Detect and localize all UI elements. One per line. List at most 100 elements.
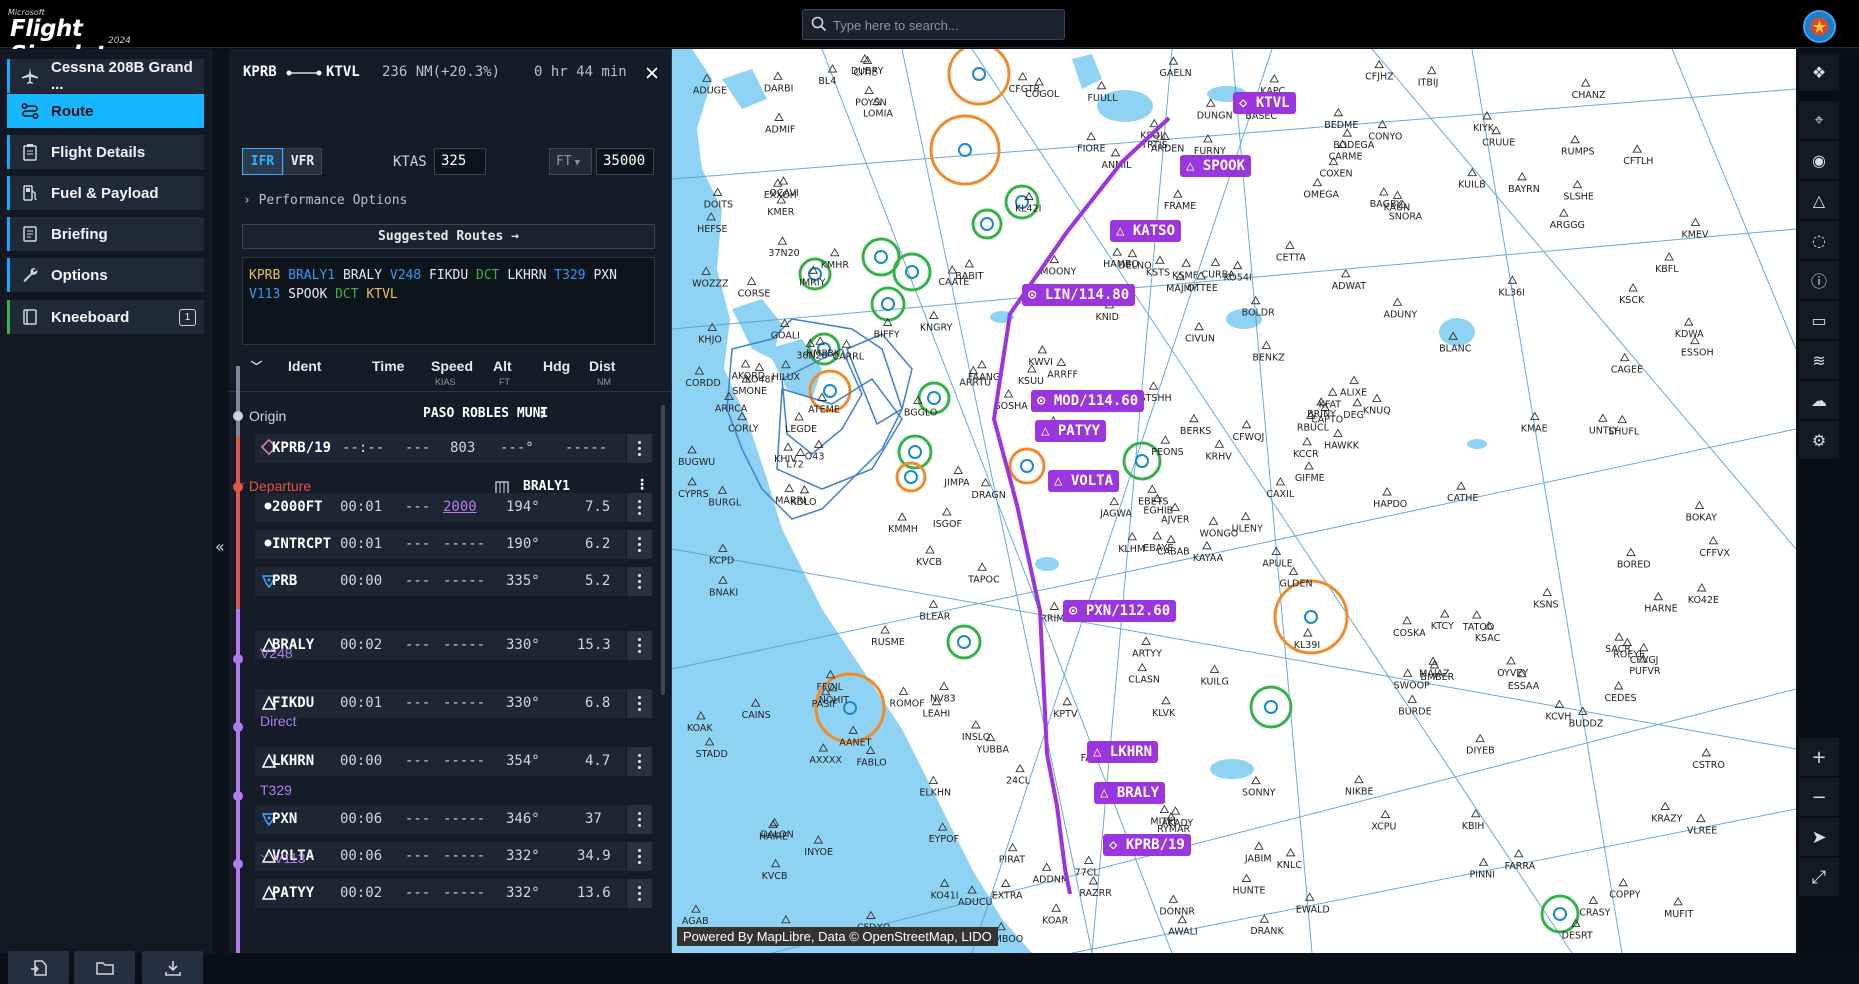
ifr-toggle[interactable]: IFR bbox=[242, 148, 283, 175]
waypoint-menu-icon[interactable] bbox=[626, 842, 652, 871]
airport-icon[interactable] bbox=[823, 384, 837, 398]
airport-icon[interactable] bbox=[957, 635, 971, 649]
waypoint-menu-icon[interactable] bbox=[626, 493, 652, 522]
airport-icon[interactable] bbox=[972, 67, 986, 81]
ktas-input[interactable]: 325 bbox=[434, 148, 486, 175]
weather-button[interactable]: ☁ bbox=[1799, 381, 1839, 419]
altitude-input[interactable]: 35000 bbox=[596, 148, 654, 175]
route-string-box[interactable]: KPRB BRALY1 BRALY V248 FIKDU DCT LKHRN T… bbox=[242, 257, 655, 345]
zoom-in-button[interactable]: + bbox=[1799, 738, 1839, 776]
waypoint-menu-icon[interactable] bbox=[626, 631, 652, 660]
search-input[interactable] bbox=[833, 14, 1058, 36]
route-waypoint-chip[interactable]: △ VOLTA bbox=[1048, 470, 1120, 492]
origin-menu-icon[interactable]: ⋮ bbox=[535, 405, 549, 421]
waypoint-row[interactable]: 2000FT 00:01 --- 2000 194° 7.5 bbox=[255, 493, 652, 522]
altitude-unit-select[interactable]: FT ▼ bbox=[549, 148, 592, 175]
panel-scrollbar[interactable] bbox=[661, 405, 665, 695]
triangle-button[interactable]: △ bbox=[1799, 181, 1839, 219]
airport-icon[interactable] bbox=[1304, 610, 1318, 624]
airway-v113-label[interactable]: ﹀ V113 bbox=[260, 850, 306, 866]
nav-kneeboard[interactable]: Kneeboard 1 bbox=[7, 300, 204, 334]
route-waypoint-chip[interactable]: △ PATYY bbox=[1035, 420, 1107, 442]
avatar[interactable] bbox=[1803, 10, 1836, 43]
waypoint-speed[interactable]: --- bbox=[405, 499, 430, 515]
airport-icon[interactable] bbox=[980, 217, 994, 231]
waypoint-alt[interactable]: ----- bbox=[443, 885, 485, 901]
waypoint-menu-icon[interactable] bbox=[626, 689, 652, 718]
info-button[interactable]: ⓘ bbox=[1799, 261, 1839, 299]
waypoint-menu-icon[interactable] bbox=[626, 567, 652, 596]
waypoint-alt[interactable]: ----- bbox=[443, 573, 485, 589]
waypoint-alt[interactable]: ----- bbox=[443, 637, 485, 653]
waypoint-speed[interactable]: --- bbox=[405, 885, 430, 901]
waypoint-menu-icon[interactable] bbox=[626, 879, 652, 908]
waypoint-row[interactable]: PATYY 00:02 --- ----- 332° 13.6 bbox=[255, 879, 652, 908]
waypoint-row[interactable]: BRALY 00:02 --- ----- 330° 15.3 bbox=[255, 631, 652, 660]
waypoint-speed[interactable]: --- bbox=[405, 637, 430, 653]
departure-section-label[interactable]: ﹀ Departure bbox=[235, 478, 311, 494]
nav-aircraft[interactable]: Cessna 208B Grand ... bbox=[7, 59, 204, 93]
airport-icon[interactable] bbox=[1264, 700, 1278, 714]
waypoint-alt[interactable]: ----- bbox=[443, 695, 485, 711]
new-plan-button[interactable] bbox=[8, 951, 69, 984]
waypoint-row[interactable]: PXN 00:06 --- ----- 346° 37 bbox=[255, 805, 652, 834]
waypoint-alt[interactable]: ----- bbox=[443, 811, 485, 827]
fullscreen-button[interactable]: ⤢ bbox=[1799, 858, 1839, 896]
waypoint-row[interactable]: VOLTA 00:06 --- ----- 332° 34.9 bbox=[255, 842, 652, 871]
search-box[interactable] bbox=[802, 9, 1065, 40]
collapse-all-icon[interactable]: ﹀ bbox=[251, 358, 262, 374]
waypoint-speed[interactable]: --- bbox=[405, 811, 430, 827]
waypoint-row[interactable]: INTRCPT 00:01 --- ----- 190° 6.2 bbox=[255, 530, 652, 559]
map-canvas[interactable]: KAYAAIMRIYEGHIBDALONRBUCLYUBBACONYOCURBA… bbox=[672, 49, 1796, 953]
collapse-panel-button[interactable]: « bbox=[211, 49, 229, 953]
nav-briefing[interactable]: Briefing bbox=[7, 217, 204, 251]
wind-button[interactable]: ≋ bbox=[1799, 341, 1839, 379]
circle-button[interactable]: ◌ bbox=[1799, 221, 1839, 259]
route-waypoint-chip[interactable]: ◇ KPRB/19 bbox=[1103, 834, 1191, 856]
center-button[interactable]: ⌖ bbox=[1799, 101, 1839, 139]
map-attribution[interactable]: Powered By MapLibre, Data © OpenStreetMa… bbox=[677, 927, 998, 946]
route-waypoint-chip[interactable]: △ KATSO bbox=[1110, 220, 1182, 242]
waypoint-speed[interactable]: --- bbox=[405, 753, 430, 769]
waypoint-row[interactable]: LKHRN 00:00 --- ----- 354° 4.7 bbox=[255, 747, 652, 776]
suggested-routes-button[interactable]: Suggested Routes → bbox=[242, 224, 655, 249]
origin-row[interactable]: KPRB/19 --:-- --- 803 ---° ----- bbox=[255, 434, 652, 463]
route-waypoint-chip[interactable]: ⊙ MOD/114.60 bbox=[1031, 390, 1145, 412]
waypoint-alt[interactable]: 2000 bbox=[443, 499, 477, 515]
close-icon[interactable] bbox=[646, 67, 658, 79]
waypoint-alt[interactable]: ----- bbox=[443, 848, 485, 864]
performance-options-toggle[interactable]: › Performance Options bbox=[243, 193, 407, 208]
target-button[interactable]: ◉ bbox=[1799, 141, 1839, 179]
departure-menu-icon[interactable]: ⋮ bbox=[635, 477, 649, 493]
route-waypoint-chip[interactable]: ◇ KTVL bbox=[1233, 92, 1296, 114]
waypoint-row[interactable]: FIKDU 00:01 --- ----- 330° 6.8 bbox=[255, 689, 652, 718]
waypoint-menu-icon[interactable] bbox=[626, 747, 652, 776]
airport-icon[interactable] bbox=[1135, 454, 1149, 468]
airport-icon[interactable] bbox=[1553, 907, 1567, 921]
waypoint-menu-icon[interactable] bbox=[626, 530, 652, 559]
nav-options[interactable]: Options bbox=[7, 258, 204, 292]
airport-icon[interactable] bbox=[874, 250, 888, 264]
origin-row-menu-icon[interactable] bbox=[626, 434, 652, 463]
waypoint-speed[interactable]: --- bbox=[405, 536, 430, 552]
waypoint-menu-icon[interactable] bbox=[626, 805, 652, 834]
airport-icon[interactable] bbox=[927, 391, 941, 405]
nav-flight-details[interactable]: Flight Details bbox=[7, 135, 204, 169]
map-view[interactable]: KAYAA IMRIY EGHIB DALON RBUCL YUBBA CONYO CURBA… bbox=[672, 49, 1796, 953]
open-plan-button[interactable] bbox=[74, 951, 135, 984]
locate-button[interactable]: ➤ bbox=[1799, 818, 1839, 856]
waypoint-alt[interactable]: ----- bbox=[443, 753, 485, 769]
airport-icon[interactable] bbox=[908, 445, 922, 459]
waypoint-alt[interactable]: ----- bbox=[443, 536, 485, 552]
nav-route[interactable]: Route bbox=[7, 94, 204, 128]
route-waypoint-chip[interactable]: △ LKHRN bbox=[1087, 741, 1159, 763]
waypoint-row[interactable]: PRB 00:00 --- ----- 335° 5.2 bbox=[255, 567, 652, 596]
waypoint-speed[interactable]: --- bbox=[405, 848, 430, 864]
route-waypoint-chip[interactable]: ⊙ PXN/112.60 bbox=[1063, 600, 1177, 622]
airport-icon[interactable] bbox=[905, 265, 919, 279]
airport-icon[interactable] bbox=[958, 143, 972, 157]
nav-fuel-payload[interactable]: Fuel & Payload bbox=[7, 176, 204, 210]
ruler-button[interactable]: ▭ bbox=[1799, 301, 1839, 339]
airport-icon[interactable] bbox=[1020, 459, 1034, 473]
zoom-out-button[interactable]: − bbox=[1799, 778, 1839, 816]
